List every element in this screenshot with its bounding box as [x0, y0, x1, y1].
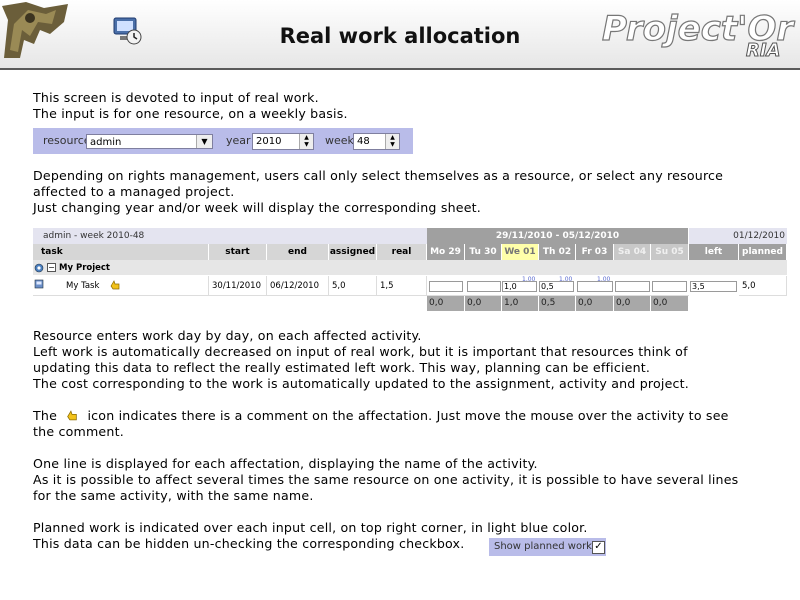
col-assigned: assigned: [329, 244, 377, 260]
spinner-arrows-icon[interactable]: ▲ ▼: [385, 134, 399, 149]
task-assigned: 5,0: [329, 276, 377, 296]
page-title: Real work allocation: [279, 24, 521, 48]
left-input[interactable]: 3,5: [690, 281, 737, 292]
text-fragment: icon indicates there is a comment on the…: [87, 408, 729, 423]
comment-hand-icon[interactable]: [109, 279, 121, 291]
planned-hint: 1.00: [597, 276, 611, 283]
task-start: 30/11/2010: [209, 276, 267, 296]
text-line: The cost corresponding to the work is au…: [33, 376, 690, 391]
show-planned-label: Show planned work: [494, 541, 592, 552]
logo-graphic: [2, 2, 68, 58]
text-line: As it is possible to affect several time…: [33, 472, 739, 487]
total-cell: 0,0: [465, 296, 502, 311]
text-line: Just changing year and/or week will disp…: [33, 200, 482, 215]
col-end: end: [267, 244, 329, 260]
resource-label: resource: [43, 134, 91, 147]
week-selector-bar: resource admin ▼ year 2010 ▲ ▼ week 48 ▲ ▼: [33, 128, 413, 154]
collapse-toggle[interactable]: −: [47, 263, 56, 272]
day-input[interactable]: [429, 281, 463, 292]
text-fragment: The: [33, 408, 58, 423]
year-value: 2010: [256, 136, 282, 147]
text-line: The icon indicates there is a comment on…: [33, 408, 729, 424]
planned-hint: 1.00: [559, 276, 573, 283]
text-line: One line is displayed for each affectati…: [33, 456, 538, 471]
current-date: 01/12/2010: [689, 228, 787, 244]
col-day-today: We 01: [502, 244, 539, 260]
affectation-text: One line is displayed for each affectati…: [33, 456, 738, 504]
total-cell: 0,0: [651, 296, 689, 311]
text-line: for the same activity, with the same nam…: [33, 488, 314, 503]
year-spinner[interactable]: 2010 ▲ ▼: [252, 133, 314, 150]
week-period: 29/11/2010 - 05/12/2010: [427, 228, 689, 244]
app-header: Real work allocation Project'Or RIA: [0, 0, 800, 70]
task-name: My Task: [33, 276, 209, 296]
resource-value: admin: [90, 137, 122, 148]
week-value: 48: [357, 136, 370, 147]
task-planned: 5,0: [739, 276, 787, 296]
col-left: left: [689, 244, 739, 260]
show-planned-toggle[interactable]: Show planned work ✓: [489, 538, 606, 556]
comment-hand-icon: [67, 410, 77, 421]
year-label: year: [226, 134, 251, 147]
text-line: affected to a managed project.: [33, 184, 235, 199]
chevron-down-icon[interactable]: ▼: [196, 135, 212, 148]
col-day: Tu 30: [465, 244, 502, 260]
total-cell: 1,0: [502, 296, 539, 311]
resource-select[interactable]: admin ▼: [86, 134, 213, 149]
total-cell: 0,0: [576, 296, 614, 311]
text-line: Resource enters work day by day, on each…: [33, 328, 422, 343]
day-input[interactable]: [652, 281, 687, 292]
brand-logo: Project'Or RIA: [601, 8, 796, 61]
planned-hint: 1.00: [522, 276, 536, 283]
intro-text: This screen is devoted to input of real …: [33, 90, 348, 122]
screen-icon: [113, 17, 142, 45]
text-line: the comment.: [33, 424, 124, 439]
col-day: Th 02: [539, 244, 576, 260]
text-line: Depending on rights management, users ca…: [33, 168, 724, 183]
day-input[interactable]: [467, 281, 501, 292]
intro-line: The input is for one resource, on a week…: [33, 106, 348, 121]
text-line: Left work is automatically decreased on …: [33, 344, 688, 359]
project-name: My Project: [59, 263, 110, 273]
week-label: week: [325, 134, 354, 147]
week-spinner[interactable]: 48 ▲ ▼: [353, 133, 400, 150]
col-day-weekend: Su 05: [651, 244, 689, 260]
intro-line: This screen is devoted to input of real …: [33, 90, 319, 105]
col-planned: planned: [739, 244, 787, 260]
rights-text: Depending on rights management, users ca…: [33, 168, 723, 216]
col-start: start: [209, 244, 267, 260]
col-day: Fr 03: [576, 244, 614, 260]
task-real: 1,5: [377, 276, 427, 296]
total-cell: 0,0: [427, 296, 465, 311]
spinner-arrows-icon[interactable]: ▲ ▼: [299, 134, 313, 149]
total-cell: 0,0: [614, 296, 651, 311]
total-cell: 0,5: [539, 296, 576, 311]
col-task: task: [33, 244, 209, 260]
text-line: updating this data to reflect the really…: [33, 360, 651, 375]
col-day: Mo 29: [427, 244, 465, 260]
comment-text: The icon indicates there is a comment on…: [33, 408, 729, 440]
task-end: 06/12/2010: [267, 276, 329, 296]
col-day-weekend: Sa 04: [614, 244, 651, 260]
day-input[interactable]: [615, 281, 650, 292]
col-real: real: [377, 244, 427, 260]
show-planned-checkbox[interactable]: ✓: [592, 541, 605, 554]
gear-icon: [34, 263, 44, 273]
svg-text:RIA: RIA: [746, 40, 781, 61]
grid-caption: admin - week 2010-48: [33, 228, 427, 244]
text-line: Planned work is indicated over each inpu…: [33, 520, 588, 535]
entry-text: Resource enters work day by day, on each…: [33, 328, 689, 392]
work-grid: admin - week 2010-48 29/11/2010 - 05/12/…: [33, 228, 787, 311]
